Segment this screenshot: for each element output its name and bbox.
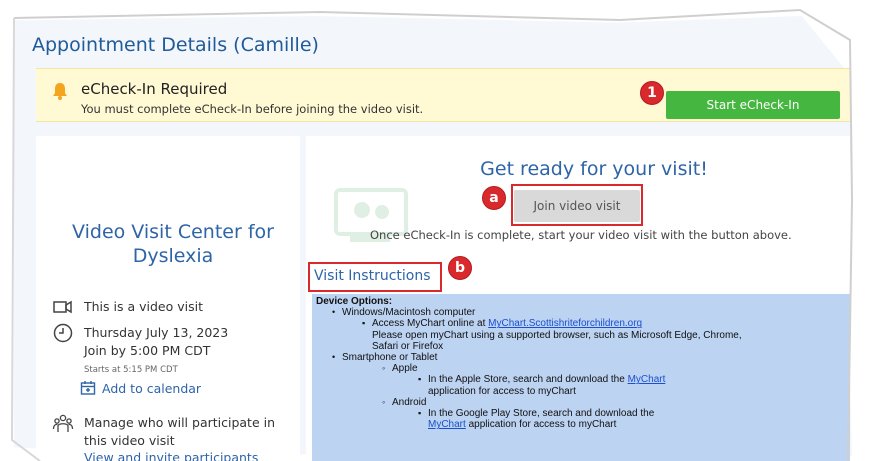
- visit-instructions-content: Device Options: Windows/Macintosh comput…: [312, 294, 850, 461]
- browser-note-2: Safari or Firefox: [372, 340, 444, 352]
- clock-icon: [53, 323, 73, 343]
- banner-heading: eCheck-In Required: [81, 80, 228, 98]
- video-visit-panel: Get ready for your visit! a Join video v…: [306, 136, 850, 461]
- android-suffix: application for access to myChart: [465, 419, 617, 431]
- start-time: Starts at 5:15 PM CDT: [84, 365, 178, 375]
- list-item-continued: Safari or Firefox: [316, 341, 846, 352]
- device-options-heading: Device Options:: [316, 296, 393, 307]
- android-option: Android: [392, 396, 427, 408]
- list-item: In the Google Play Store, search and dow…: [316, 408, 846, 419]
- get-ready-heading: Get ready for your visit!: [480, 158, 708, 180]
- annotation-marker-a: a: [482, 186, 506, 210]
- add-to-calendar-link[interactable]: Add to calendar: [102, 380, 201, 397]
- join-instructions-note: Once eCheck-In is complete, start your v…: [370, 228, 792, 242]
- annotation-marker-1: 1: [640, 81, 664, 105]
- list-item-continued: Please open myChart using a supported br…: [316, 330, 846, 341]
- windows-option: Windows/Macintosh computer: [342, 307, 476, 319]
- access-prefix: Access MyChart online at: [372, 318, 489, 330]
- apple-suffix: application for access to myChart: [428, 385, 576, 397]
- smartphone-option: Smartphone or Tablet: [342, 352, 438, 364]
- calendar-icon: [80, 381, 96, 395]
- join-by-time: Join by 5:00 PM CDT: [84, 343, 211, 358]
- apple-prefix: In the Apple Store, search and download …: [428, 374, 628, 386]
- location-panel: Video Visit Center for Dyslexia This is …: [36, 136, 300, 461]
- list-item: In the Apple Store, search and download …: [316, 374, 846, 385]
- visit-instructions-heading: Visit Instructions: [314, 268, 431, 284]
- video-camera-icon: [53, 300, 72, 314]
- mychart-apple-link[interactable]: MyChart: [628, 374, 666, 385]
- list-item-continued: MyChart application for access to myChar…: [316, 419, 846, 430]
- list-item: Access MyChart online at MyChart.Scottis…: [316, 318, 846, 329]
- visit-date: Thursday July 13, 2023: [84, 325, 229, 340]
- list-item-continued: application for access to myChart: [316, 386, 846, 397]
- echeckin-banner: eCheck-In Required You must complete eCh…: [36, 68, 850, 122]
- department-name: Video Visit Center for Dyslexia: [72, 221, 274, 267]
- bell-icon: [53, 83, 67, 100]
- list-item: Apple: [316, 363, 846, 374]
- start-echeckin-button[interactable]: Start eCheck-In: [666, 91, 840, 119]
- participants-icon: [52, 414, 74, 432]
- android-text: In the Google Play Store, search and dow…: [428, 408, 655, 420]
- manage-participants-line2: this video visit: [84, 433, 175, 448]
- apple-option: Apple: [392, 363, 418, 375]
- title-bar: Appointment Details (Camille): [22, 26, 848, 64]
- mychart-site-link[interactable]: MyChart.Scottishriteforchildren.org: [488, 318, 642, 329]
- page-title: Appointment Details (Camille): [32, 34, 319, 56]
- list-item: Android: [316, 397, 846, 408]
- browser-note: Please open myChart using a supported br…: [372, 329, 742, 341]
- video-visit-label: This is a video visit: [84, 299, 203, 314]
- view-invite-participants-link[interactable]: View and invite participants: [84, 449, 258, 461]
- banner-text: You must complete eCheck-In before joini…: [81, 102, 424, 116]
- list-item: Windows/Macintosh computer: [316, 307, 846, 318]
- mychart-android-link[interactable]: MyChart: [428, 419, 466, 430]
- join-video-visit-button[interactable]: Join video visit: [514, 190, 640, 222]
- annotation-marker-b: b: [448, 256, 472, 280]
- manage-participants-line1: Manage who will participate in: [84, 415, 276, 430]
- list-item: Smartphone or Tablet: [316, 352, 846, 363]
